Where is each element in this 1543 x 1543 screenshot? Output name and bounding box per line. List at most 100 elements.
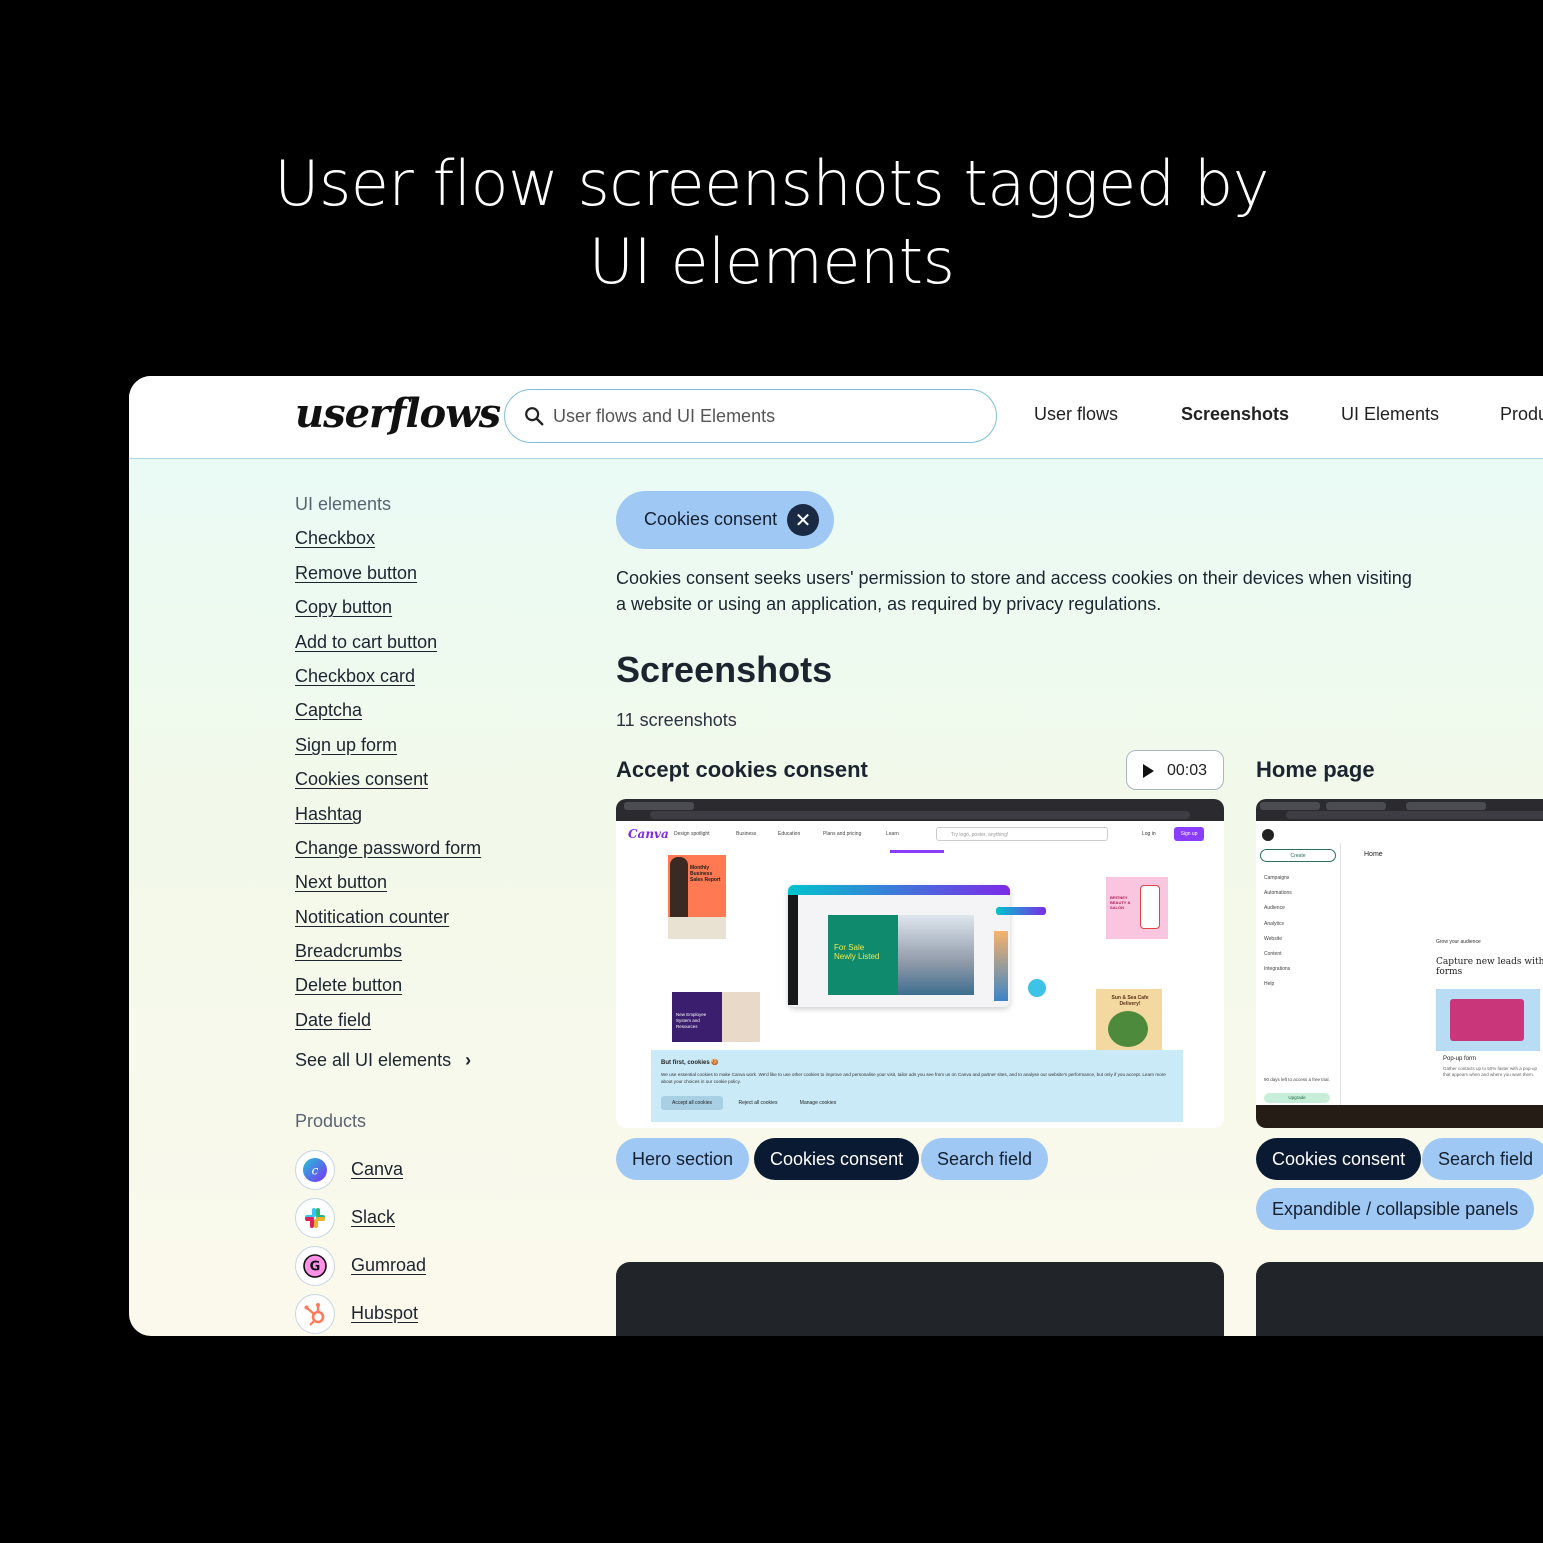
product-item-slack[interactable]: Slack bbox=[295, 1198, 555, 1238]
nav-screenshots[interactable]: Screenshots bbox=[1181, 404, 1289, 425]
screenshot-mailchimp-home[interactable]: Create Home Campaigns Automations Audien… bbox=[1256, 799, 1543, 1128]
screenshot-canva-cookies[interactable]: Canva Design spotlight Business Educatio… bbox=[616, 799, 1224, 1128]
canva-search: Try logo, poster, anything! bbox=[936, 827, 1108, 841]
product-link-canva[interactable]: Canva bbox=[351, 1159, 403, 1180]
create-button[interactable]: Create bbox=[1260, 849, 1336, 862]
nav-ui-elements[interactable]: UI Elements bbox=[1341, 404, 1439, 425]
products-heading: Products bbox=[295, 1111, 367, 1131]
tag-search-field[interactable]: Search field bbox=[921, 1138, 1049, 1180]
sidebar-link-breadcrumbs[interactable]: Breadcrumbs bbox=[295, 941, 402, 962]
upgrade-button[interactable]: Upgrade bbox=[1264, 1093, 1330, 1103]
mailchimp-home-title: Home bbox=[1364, 851, 1383, 858]
accept-all-cookies-button[interactable]: Accept all cookies bbox=[661, 1096, 723, 1110]
filter-description: Cookies consent seeks users' permission … bbox=[616, 568, 1412, 614]
search-icon bbox=[525, 407, 544, 426]
next-card-placeholder[interactable] bbox=[616, 1262, 1224, 1336]
popup-form-preview bbox=[1436, 989, 1540, 1051]
product-link-slack[interactable]: Slack bbox=[351, 1207, 395, 1228]
video-duration: 00:03 bbox=[1167, 762, 1208, 779]
mailchimp-cookie-bar bbox=[1256, 1105, 1543, 1128]
product-link-hubspot[interactable]: Hubspot bbox=[351, 1303, 418, 1324]
grow-audience-label: Grow your audience bbox=[1436, 939, 1481, 945]
canva-login: Log in bbox=[1142, 831, 1156, 837]
canva-nav-2: Business bbox=[736, 831, 757, 837]
cookie-consent-banner: But first, cookies 🍪 We use essential co… bbox=[651, 1050, 1183, 1122]
play-video-button[interactable]: 00:03 bbox=[1126, 750, 1224, 790]
sidebar-link-copy-button[interactable]: Copy button bbox=[295, 597, 392, 618]
sidebar-link-add-to-cart-button[interactable]: Add to cart button bbox=[295, 632, 437, 653]
sidebar-link-sign-up-form[interactable]: Sign up form bbox=[295, 735, 397, 756]
capture-leads-title: Capture new leads with forms bbox=[1436, 957, 1543, 977]
hubspot-logo-icon bbox=[295, 1294, 335, 1334]
canva-editor-preview: For Sale Newly Listed bbox=[788, 885, 1010, 1007]
hero-title: User flow screenshots tagged by UI eleme… bbox=[0, 145, 1543, 301]
see-all-ui-elements-link[interactable]: See all UI elements › bbox=[295, 1050, 471, 1071]
sidebar-link-remove-button[interactable]: Remove button bbox=[295, 563, 417, 584]
top-navigation-bar: userflows User flows Screenshots UI Elem… bbox=[129, 376, 1543, 459]
sidebar-link-delete-button[interactable]: Delete button bbox=[295, 975, 402, 996]
hero-title-line-2: UI elements bbox=[588, 225, 955, 298]
hero-title-line-1: User flow screenshots tagged by bbox=[274, 147, 1269, 220]
sidebar-link-date-field[interactable]: Date field bbox=[295, 1010, 371, 1031]
canva-nav-3: Education bbox=[778, 831, 801, 837]
sidebar-link-next-button[interactable]: Next button bbox=[295, 872, 387, 893]
manage-cookies-button[interactable]: Manage cookies bbox=[793, 1096, 843, 1110]
canva-nav-1: Design spotlight bbox=[674, 831, 710, 837]
mailchimp-side-menu: Campaigns Automations Audience Analytics… bbox=[1264, 875, 1292, 988]
canva-logo: Canva bbox=[628, 827, 669, 841]
product-item-canva[interactable]: c Canva bbox=[295, 1150, 555, 1190]
trial-note: 90 days left to access a free trial. bbox=[1264, 1077, 1330, 1082]
svg-text:c: c bbox=[312, 1164, 319, 1178]
sales-report-thumb: Monthly Business Sales Report bbox=[668, 855, 726, 939]
nav-products[interactable]: Produ bbox=[1500, 404, 1543, 425]
card-title-home-page[interactable]: Home page bbox=[1256, 757, 1375, 783]
sidebar-link-cookies-consent[interactable]: Cookies consent bbox=[295, 769, 428, 790]
tag-hero-section[interactable]: Hero section bbox=[616, 1138, 750, 1180]
gumroad-logo-icon: G bbox=[295, 1246, 335, 1286]
canva-nav-5: Learn bbox=[886, 831, 899, 837]
sidebar-link-checkbox-card[interactable]: Checkbox card bbox=[295, 666, 415, 687]
sidebar-link-hashtag[interactable]: Hashtag bbox=[295, 804, 362, 825]
reject-all-cookies-button[interactable]: Reject all cookies bbox=[731, 1096, 785, 1110]
sidebar-link-captcha[interactable]: Captcha bbox=[295, 700, 362, 721]
cookie-banner-title: But first, cookies 🍪 bbox=[661, 1060, 719, 1066]
page-title: Screenshots bbox=[616, 649, 833, 690]
chevron-right-icon: › bbox=[465, 1050, 472, 1070]
employee-thumb: New Employee System and Resources bbox=[672, 992, 760, 1042]
tag-cookies-consent-selected[interactable]: Cookies consent bbox=[754, 1138, 920, 1180]
nav-user-flows[interactable]: User flows bbox=[1034, 404, 1118, 425]
cookie-banner-body: We use essential cookies to make Canva w… bbox=[661, 1072, 1166, 1084]
userflows-logo[interactable]: userflows bbox=[295, 390, 501, 437]
tag-search-field-2[interactable]: Search field bbox=[1422, 1138, 1543, 1180]
play-icon bbox=[1143, 764, 1154, 778]
browser-chrome-2 bbox=[1256, 799, 1543, 821]
sidebar-link-change-password-form[interactable]: Change password form bbox=[295, 838, 481, 859]
remove-filter-close-icon[interactable]: ✕ bbox=[787, 504, 819, 536]
browser-chrome bbox=[616, 799, 1224, 821]
salon-thumb: BRITNEY BEAUTY & SALON bbox=[1106, 877, 1168, 939]
see-all-label: See all UI elements bbox=[295, 1050, 452, 1070]
search-input[interactable] bbox=[553, 398, 973, 434]
svg-text:G: G bbox=[310, 1260, 321, 1275]
product-item-hubspot[interactable]: Hubspot bbox=[295, 1294, 555, 1334]
canva-signup: Sign up bbox=[1174, 827, 1204, 841]
ui-elements-heading: UI elements bbox=[295, 494, 392, 514]
product-link-gumroad[interactable]: Gumroad bbox=[351, 1255, 426, 1276]
app-window: userflows User flows Screenshots UI Elem… bbox=[129, 376, 1543, 1336]
sidebar-link-checkbox[interactable]: Checkbox bbox=[295, 528, 375, 549]
card-title-accept-cookies[interactable]: Accept cookies consent bbox=[616, 757, 868, 783]
tag-expandible-collapsible-panels[interactable]: Expandible / collapsible panels bbox=[1256, 1188, 1535, 1230]
canva-logo-icon: c bbox=[295, 1150, 335, 1190]
active-filter-chip: Cookies consent ✕ bbox=[616, 491, 834, 549]
search-box[interactable] bbox=[504, 389, 997, 443]
sidebar-link-notification-counter[interactable]: Notitication counter bbox=[295, 907, 449, 928]
product-item-gumroad[interactable]: G Gumroad bbox=[295, 1246, 555, 1286]
active-filter-label: Cookies consent bbox=[644, 509, 778, 529]
tag-cookies-consent-selected-2[interactable]: Cookies consent bbox=[1256, 1138, 1422, 1180]
canva-nav-4: Plans and pricing bbox=[823, 831, 862, 837]
screenshot-count: 11 screenshots bbox=[616, 710, 737, 730]
next-card-placeholder-2[interactable] bbox=[1256, 1262, 1543, 1336]
popup-form-title: Pop-up form bbox=[1443, 1056, 1477, 1062]
popup-form-description: Gather contacts up to 50% faster with a … bbox=[1443, 1066, 1538, 1077]
cafe-thumb: Sun & Sea Cafe Delivery! bbox=[1096, 989, 1162, 1051]
